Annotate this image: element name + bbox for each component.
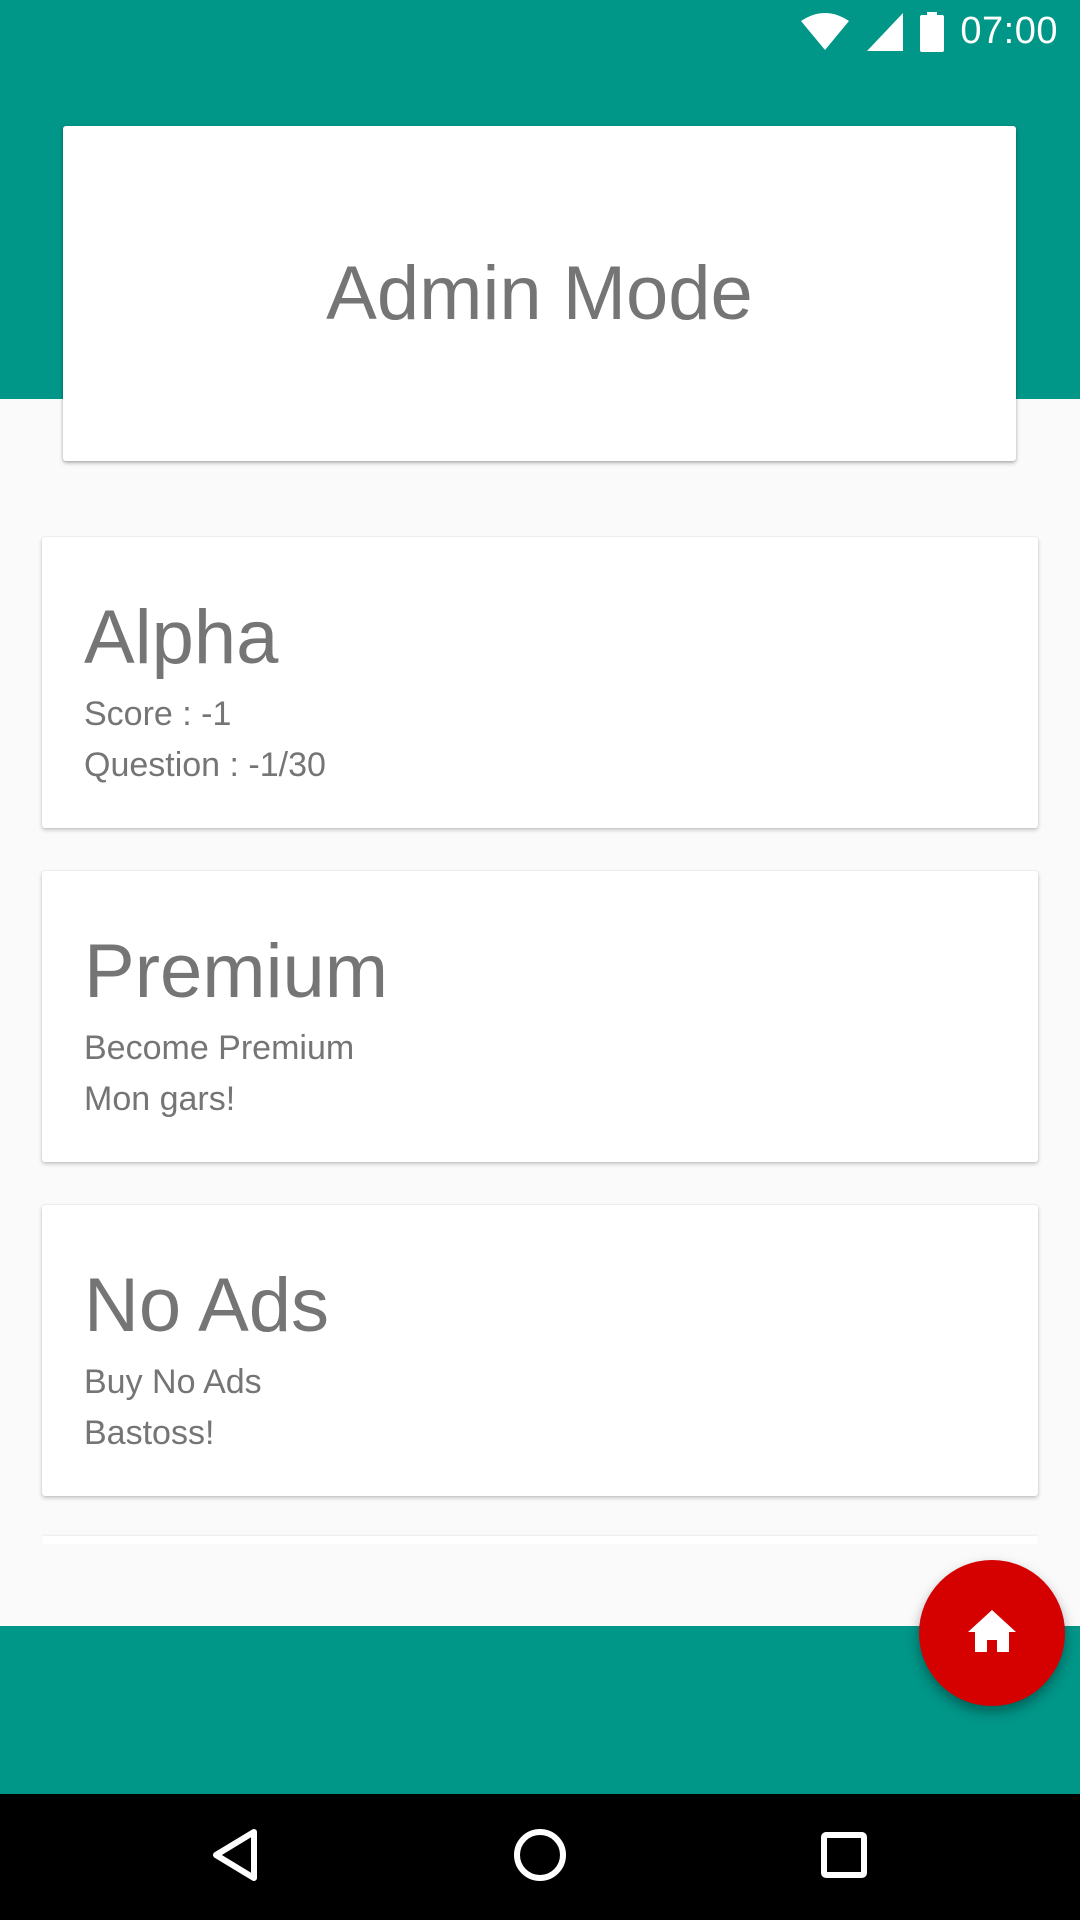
nav-back-button[interactable] xyxy=(190,1812,280,1902)
system-nav-bar xyxy=(0,1794,1080,1920)
status-time: 07:00 xyxy=(960,10,1058,52)
page-title: Admin Mode xyxy=(326,251,753,336)
card-title: No Ads xyxy=(84,1263,330,1348)
card-note: Mon gars! xyxy=(84,1080,236,1118)
card-alpha[interactable]: Alpha Score : -1 Question : -1/30 xyxy=(42,537,1038,828)
nav-recents-button[interactable] xyxy=(799,1812,889,1902)
cell-signal-icon xyxy=(866,12,904,52)
card-note: Bastoss! xyxy=(84,1414,215,1452)
recents-icon xyxy=(820,1831,868,1884)
card-premium[interactable]: Premium Become Premium Mon gars! xyxy=(42,871,1038,1162)
home-circle-icon xyxy=(513,1828,567,1887)
home-fab-button[interactable] xyxy=(919,1560,1065,1706)
card-question: Question : -1/30 xyxy=(84,746,326,784)
home-icon xyxy=(966,1608,1018,1659)
card-title: Alpha xyxy=(84,595,279,680)
card-score: Score : -1 xyxy=(84,695,232,733)
status-bar: 07:00 xyxy=(0,0,1080,63)
card-title: Premium xyxy=(84,929,389,1014)
bottom-app-band xyxy=(0,1626,1080,1794)
nav-home-button[interactable] xyxy=(495,1812,585,1902)
back-icon xyxy=(210,1828,260,1887)
header-card: Admin Mode xyxy=(63,126,1016,461)
battery-icon xyxy=(920,11,945,52)
wifi-icon xyxy=(800,12,850,52)
card-no-ads[interactable]: No Ads Buy No Ads Bastoss! xyxy=(42,1205,1038,1496)
card-subtitle: Become Premium xyxy=(84,1029,355,1067)
card-subtitle: Buy No Ads xyxy=(84,1363,262,1401)
card-partial-edge xyxy=(42,1536,1038,1544)
